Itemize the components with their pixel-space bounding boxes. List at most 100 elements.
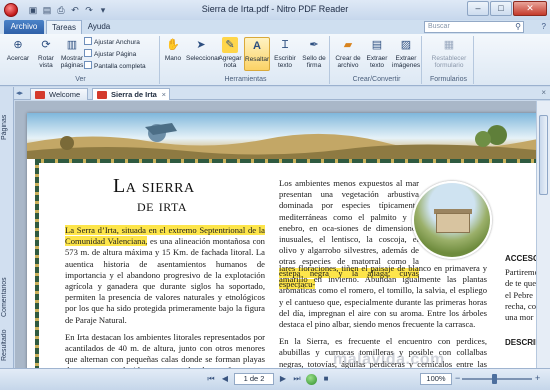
decorative-border-top bbox=[35, 159, 536, 163]
paragraph-1: La Serra d’Irta, situada en el extremo S… bbox=[65, 225, 265, 326]
zoom-in-small-icon[interactable]: + bbox=[535, 373, 540, 383]
zoom-level-field[interactable]: 100% bbox=[420, 373, 452, 385]
section-heading-descripcion: DESCRIPCI bbox=[505, 338, 536, 348]
seleccionar-label: Seleccionar bbox=[186, 55, 220, 62]
nitro-icon bbox=[35, 91, 45, 99]
print-icon[interactable]: ⎙ bbox=[56, 5, 66, 15]
seleccionar-button[interactable]: ➤ Seleccionar bbox=[186, 37, 220, 71]
status-bar: ⏮ ◀ 1 de 2 ▶ ⏭ ■ 100% − + bbox=[0, 368, 550, 390]
restablecer-formulario-button[interactable]: ▦ Restablecer formulario bbox=[428, 37, 470, 71]
page-navigation: ⏮ ◀ 1 de 2 ▶ ⏭ ■ bbox=[206, 373, 331, 385]
text-cursor-icon: Ɪ bbox=[281, 39, 289, 51]
watermark-text: malavida.com bbox=[333, 351, 445, 368]
pages-icon: ▥ bbox=[66, 39, 78, 51]
undo-icon[interactable]: ↶ bbox=[70, 5, 80, 15]
tab-tareas[interactable]: Tareas bbox=[46, 20, 82, 34]
crear-archivo-button[interactable]: ▰ Crear de archivo bbox=[334, 37, 362, 71]
scrollbar-thumb[interactable] bbox=[539, 115, 548, 195]
side-tab-paginas[interactable]: Páginas bbox=[1, 107, 13, 147]
pdf-file-icon bbox=[97, 91, 107, 99]
tab-ayuda[interactable]: Ayuda bbox=[84, 20, 114, 34]
sello-label: Sello de firma bbox=[302, 55, 326, 69]
group-label-ver: Ver bbox=[75, 76, 86, 83]
tab-scroll-icon[interactable]: ◂▸ bbox=[16, 89, 23, 97]
paragraph-6: Partiremos de te que se el Pebre recha, … bbox=[505, 267, 536, 323]
mano-button[interactable]: ✋ Mano bbox=[162, 37, 184, 71]
mano-label: Mano bbox=[164, 55, 182, 62]
highlight-icon: A bbox=[253, 40, 261, 52]
fit-width-icon bbox=[84, 37, 92, 45]
banner-landscape-image bbox=[27, 123, 536, 159]
last-page-icon[interactable]: ⏭ bbox=[292, 373, 302, 385]
zoom-slider[interactable] bbox=[462, 374, 532, 384]
document-viewport[interactable]: La sierra de irta La Serra d’Irta, situa… bbox=[15, 101, 536, 368]
search-icon[interactable]: ⚲ bbox=[515, 22, 521, 32]
extraer-texto-label: Extraer texto bbox=[366, 55, 388, 69]
zoom-slider-thumb[interactable] bbox=[492, 374, 497, 384]
app-menu-orb-icon[interactable] bbox=[4, 3, 18, 17]
quick-access-toolbar: ▣ ▤ ⎙ ↶ ↷ ▾ bbox=[28, 5, 108, 15]
decorative-border-left bbox=[35, 159, 39, 368]
open-icon[interactable]: ▣ bbox=[28, 5, 38, 15]
stop-icon[interactable]: ■ bbox=[321, 373, 331, 385]
ajustar-pagina-label: Ajustar Página bbox=[94, 51, 137, 58]
pantalla-completa-button[interactable]: Pantalla completa bbox=[84, 61, 146, 71]
escribir-texto-button[interactable]: Ɪ Escribir texto bbox=[272, 37, 298, 71]
group-ver: ⊕ Acercar ⟳ Rotar vista ▥ Mostrar página… bbox=[2, 36, 160, 84]
redo-icon[interactable]: ↷ bbox=[84, 5, 94, 15]
fullscreen-icon bbox=[84, 61, 92, 69]
ajustar-anchura-button[interactable]: Ajustar Anchura bbox=[84, 37, 140, 47]
rotar-vista-button[interactable]: ⟳ Rotar vista bbox=[32, 37, 60, 71]
previous-page-icon[interactable]: ◀ bbox=[220, 373, 230, 385]
close-tab-icon[interactable]: × bbox=[162, 89, 166, 100]
customize-dropdown-icon[interactable]: ▾ bbox=[98, 5, 108, 15]
hand-icon: ✋ bbox=[166, 39, 180, 51]
ribbon-tab-row: Archivo Tareas Ayuda Buscar ⚲ ? bbox=[0, 20, 550, 34]
first-page-icon[interactable]: ⏮ bbox=[206, 373, 216, 385]
select-cursor-icon: ➤ bbox=[196, 39, 206, 51]
ajustar-anchura-label: Ajustar Anchura bbox=[94, 39, 140, 46]
paragraph-3-text: Los ambientes menos expuestos al mar pre… bbox=[279, 178, 419, 267]
doc-tab-sierra-de-irta[interactable]: Sierra de Irta × bbox=[92, 88, 170, 100]
extraer-imagenes-button[interactable]: ▨ Extraer imágenes bbox=[392, 37, 420, 71]
help-icon[interactable]: ? bbox=[542, 22, 546, 31]
maximize-button[interactable]: □ bbox=[490, 1, 512, 16]
article-title-line2: de irta bbox=[137, 196, 188, 215]
zoom-out-icon[interactable]: − bbox=[455, 373, 460, 383]
ribbon: ⊕ Acercar ⟳ Rotar vista ▥ Mostrar página… bbox=[0, 34, 550, 86]
agregar-nota-button[interactable]: ✎ Agregar nota bbox=[218, 37, 242, 71]
group-crear-convertir: ▰ Crear de archivo ▤ Extraer texto ▨ Ext… bbox=[332, 36, 422, 84]
close-document-icon[interactable]: × bbox=[541, 88, 546, 97]
rotate-icon: ⟳ bbox=[41, 39, 51, 51]
minimize-button[interactable]: – bbox=[467, 1, 489, 16]
group-label-formularios: Formularios bbox=[430, 76, 467, 83]
note-icon: ✎ bbox=[222, 37, 238, 53]
page-banner-illustration bbox=[27, 113, 536, 159]
extraer-texto-button[interactable]: ▤ Extraer texto bbox=[364, 37, 390, 71]
vertical-scrollbar[interactable] bbox=[536, 101, 550, 368]
doc-tab-welcome-label: Welcome bbox=[49, 90, 81, 99]
play-icon[interactable] bbox=[306, 373, 317, 385]
page-number-field[interactable]: 1 de 2 bbox=[234, 373, 274, 385]
resaltar-button[interactable]: A Resaltar bbox=[244, 37, 270, 71]
paragraph-2: En Irta destacan los ambientes litorales… bbox=[65, 331, 265, 368]
house-shape bbox=[436, 213, 470, 233]
sello-firma-button[interactable]: ✒ Sello de firma bbox=[300, 37, 328, 71]
ajustar-pagina-button[interactable]: Ajustar Página bbox=[84, 49, 136, 59]
close-button[interactable]: ✕ bbox=[513, 1, 547, 16]
extract-text-icon: ▤ bbox=[371, 39, 383, 51]
doc-tab-welcome[interactable]: Welcome bbox=[30, 88, 88, 100]
title-bar: ▣ ▤ ⎙ ↶ ↷ ▾ Sierra de Irta.pdf - Nitro P… bbox=[0, 0, 550, 20]
mostrar-paginas-button[interactable]: ▥ Mostrar páginas bbox=[60, 37, 84, 71]
side-tab-resultado[interactable]: Resultado bbox=[1, 323, 13, 367]
search-placeholder: Buscar bbox=[428, 23, 450, 30]
next-page-icon[interactable]: ▶ bbox=[278, 373, 288, 385]
tab-archivo[interactable]: Archivo bbox=[4, 20, 44, 34]
search-input[interactable]: Buscar ⚲ bbox=[424, 21, 524, 33]
save-icon[interactable]: ▤ bbox=[42, 5, 52, 15]
acercar-label: Acercar bbox=[6, 55, 30, 62]
nitro-pdf-reader-window: ▣ ▤ ⎙ ↶ ↷ ▾ Sierra de Irta.pdf - Nitro P… bbox=[0, 0, 550, 390]
escribir-texto-label: Escribir texto bbox=[274, 55, 296, 69]
acercar-button[interactable]: ⊕ Acercar bbox=[4, 37, 32, 71]
side-tab-comentarios[interactable]: Comentarios bbox=[1, 267, 13, 327]
